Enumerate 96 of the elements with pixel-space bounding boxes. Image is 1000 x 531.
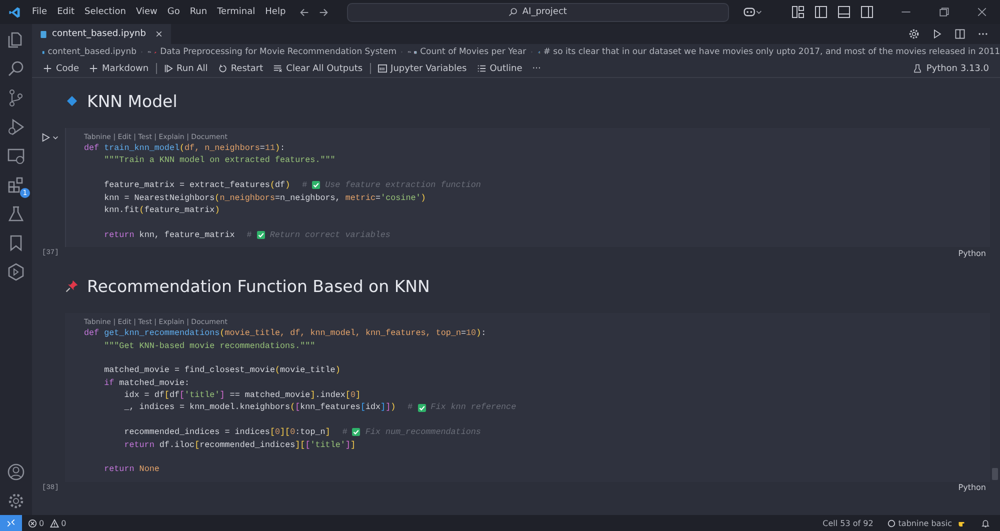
code-line: knn = NearestNeighbors(n_neighbors=n_neighbors, metric='cosine'): [103, 192, 426, 204]
cell-language[interactable]: Python: [958, 483, 986, 492]
sidebar-toggle-icon[interactable]: [814, 5, 828, 19]
menu-item[interactable]: Go: [162, 7, 185, 17]
account-icon[interactable]: [6, 462, 26, 482]
remote-explorer-icon[interactable]: [6, 146, 26, 166]
tabnine-status[interactable]: tabnine basic: [898, 518, 952, 528]
command-center[interactable]: AI_project: [346, 2, 729, 22]
remote-button[interactable]: [0, 515, 22, 531]
back-arrow-icon[interactable]: [298, 6, 310, 18]
code-line: def train_knn_model(df, n_neighbors=11):: [84, 142, 286, 154]
flask-icon: [913, 64, 922, 73]
remote-icon: [6, 518, 16, 528]
panel-toggle-icon[interactable]: [837, 5, 851, 19]
code-comment: Use feature extraction function: [325, 179, 481, 192]
copilot-icon[interactable]: [742, 5, 763, 19]
variables-icon: [378, 64, 387, 73]
menu-item[interactable]: View: [130, 7, 162, 17]
toolbar-button[interactable]: Markdown: [84, 62, 154, 74]
comment-marker: #: [342, 426, 348, 439]
code-line: matched_movie = find_closest_movie(movie_title): [103, 364, 340, 377]
comment-marker: #: [246, 228, 252, 242]
plus-icon: [89, 64, 98, 73]
code-line: def get_knn_recommendations(movie_title, df, knn_model, knn_features, top_n=10):: [84, 327, 486, 340]
markdown-heading: KNN Model: [87, 92, 178, 110]
toolbar-button[interactable]: Restart: [212, 62, 268, 74]
code-cell[interactable]: [65, 313, 990, 482]
toolbar-button[interactable]: Run All: [158, 62, 213, 74]
breadcrumb-item[interactable]: content_based.ipynb: [48, 47, 136, 57]
code-line: """Get KNN-based movie recommendations.""": [103, 340, 316, 352]
code-line: knn.fit(feature_matrix): [103, 204, 220, 216]
code-line: return knn, feature_matrix: [103, 228, 235, 242]
restart-icon: [218, 64, 227, 73]
menu-item[interactable]: Selection: [80, 7, 131, 17]
warning-count[interactable]: 0: [61, 518, 66, 528]
run-cell-icon[interactable]: [41, 133, 50, 142]
error-icon[interactable]: [28, 518, 37, 528]
customize-layout-icon[interactable]: [791, 5, 805, 19]
app-logo-icon: [8, 6, 21, 18]
scrollbar-thumb[interactable]: [992, 468, 998, 480]
toolbar-button[interactable]: Outline: [472, 62, 528, 74]
settings-icon[interactable]: [908, 28, 920, 40]
comment-marker: #: [408, 401, 413, 414]
menu-item[interactable]: Help: [260, 7, 291, 17]
editor-tab[interactable]: content_based.ipynb: [32, 24, 171, 44]
code-line: if matched_movie:: [103, 376, 190, 390]
circle-icon: [887, 518, 896, 528]
forward-arrow-icon[interactable]: [318, 6, 329, 18]
search-icon: [508, 7, 518, 17]
menu-item[interactable]: File: [27, 7, 52, 17]
code-line: _, indices = knn_model.kneighbors([knn_features[idx]]): [123, 401, 396, 414]
code-line: return df.iloc[recommended_indices][['title']]: [123, 438, 356, 452]
code-comment: Fix num_recommendations: [365, 426, 481, 439]
menu-item[interactable]: Edit: [52, 7, 80, 17]
plus-icon: [43, 64, 52, 73]
secondary-sidebar-icon[interactable]: [860, 5, 874, 19]
menu-item[interactable]: Run: [184, 7, 212, 17]
breadcrumb-item[interactable]: Count of Movies per Year: [420, 47, 526, 57]
flask-icon[interactable]: [6, 204, 26, 224]
code-line: return None: [103, 463, 160, 476]
hexagon-icon[interactable]: [6, 262, 26, 282]
code-comment: Return correct variables: [270, 228, 390, 242]
restore-icon[interactable]: [938, 6, 950, 18]
cell-position[interactable]: Cell 53 of 92: [822, 518, 874, 528]
close-icon[interactable]: [976, 6, 988, 18]
error-count[interactable]: 0: [39, 518, 44, 528]
caret-icon[interactable]: [52, 134, 59, 141]
bell-icon[interactable]: [981, 518, 990, 528]
breadcrumb-item[interactable]: # so its clear that in our dataset we have movies only upto 2017, and most of the movies released in 2011: [543, 47, 1000, 57]
breadcrumb-item[interactable]: Data Preprocessing for Movie Recommendation System: [160, 47, 396, 57]
diamond-icon: [65, 94, 79, 108]
cell-language[interactable]: Python: [958, 248, 986, 258]
split-editor-icon[interactable]: [954, 28, 966, 40]
markdown-heading: Recommendation Function Based on KNN: [87, 276, 430, 296]
toolbar-button[interactable]: Jupyter Variables: [372, 62, 472, 74]
more-button[interactable]: ···: [527, 62, 546, 74]
comment-marker: #: [302, 179, 308, 192]
run-all-icon: [164, 64, 173, 73]
menu-item[interactable]: Terminal: [212, 7, 260, 17]
code-line: """Train a KNN model on extracted features.""": [103, 154, 336, 167]
code-comment: Fix knn reference: [430, 401, 516, 414]
settings-icon[interactable]: [6, 491, 26, 511]
clear-icon: [273, 64, 282, 73]
toolbar-button[interactable]: Code: [38, 62, 84, 74]
close-icon[interactable]: [154, 30, 163, 38]
toolbar-button[interactable]: Clear All Outputs: [268, 62, 368, 74]
pushpin-icon: [65, 279, 79, 294]
code-line: recommended_indices = indices[0][0:top_n]: [123, 426, 330, 439]
list-icon: [476, 64, 486, 73]
run-icon[interactable]: [931, 28, 943, 40]
code-cell[interactable]: [65, 128, 990, 248]
code-line: feature_matrix = extract_features(df): [103, 179, 290, 192]
code-line: idx = df[df['title'] == matched_movie].index[0]: [123, 389, 360, 402]
kernel-picker[interactable]: Python 3.13.0: [908, 62, 994, 74]
run-debug-icon[interactable]: [6, 117, 26, 137]
warning-icon[interactable]: [50, 518, 60, 528]
